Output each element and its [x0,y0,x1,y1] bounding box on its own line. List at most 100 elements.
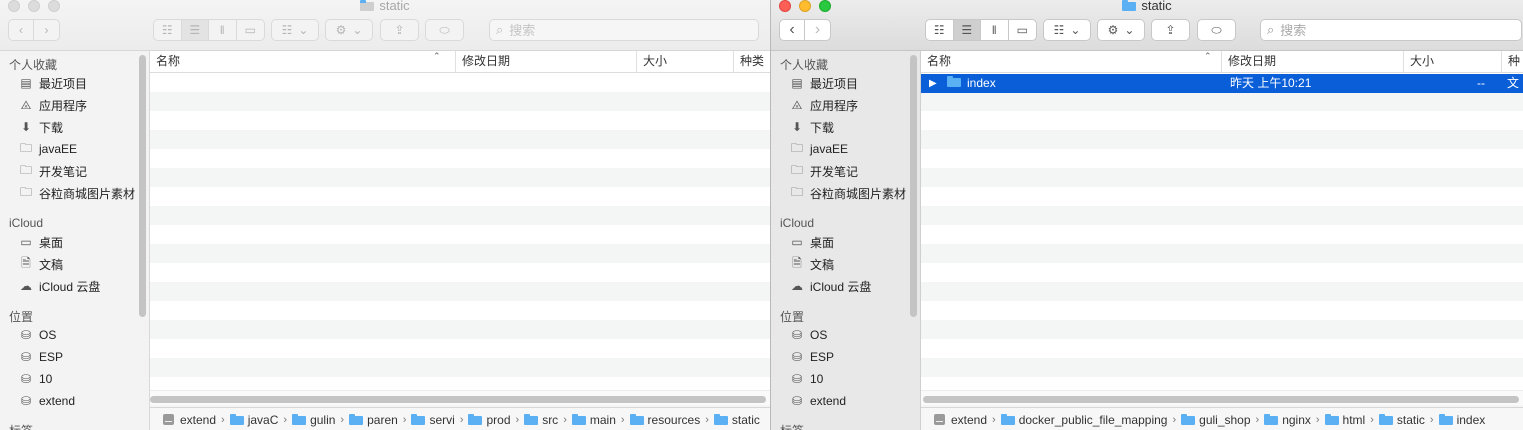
sidebar-item-documents[interactable]: 🗎 文稿 [19,254,63,274]
sidebar-item-downloads[interactable]: ⬇ 下载 [790,117,834,137]
sidebar-item-applications[interactable]: ⨻ 应用程序 [19,95,87,115]
action-button[interactable]: ⚙ ⌄ [1097,19,1145,41]
share-button[interactable]: ⇪ [1151,19,1190,41]
table-row[interactable]: ▶ index 昨天 上午10:21 -- 文 [921,74,1523,93]
sidebar-item-documents[interactable]: 🗎 文稿 [790,254,834,274]
sidebar-scrollbar[interactable] [139,55,146,317]
search-field[interactable]: ⌕ [489,19,759,41]
path-item[interactable]: index [1438,413,1485,427]
action-button[interactable]: ⚙ ⌄ [325,19,373,41]
column-kind[interactable]: 种类 [733,51,770,72]
icloud-header: iCloud [9,216,44,230]
back-button[interactable]: ‹ [9,20,35,40]
sidebar-item-downloads[interactable]: ⬇ 下载 [19,117,63,137]
search-input[interactable] [507,21,734,39]
window-title: static [771,0,1523,13]
list-view-button[interactable]: ☰ [953,20,981,40]
sidebar-item-javaee[interactable]: 🗀 javaEE [790,139,848,159]
path-item[interactable]: docker_public_file_mapping › [1000,413,1181,427]
sidebar-item-dev-notes[interactable]: 🗀 开发笔记 [790,161,858,181]
cloud-icon: ☁ [791,279,803,293]
back-forward-control[interactable]: ‹ › [779,19,831,41]
icon-view-button[interactable]: ☷ [926,20,954,40]
gallery-view-button[interactable]: ▭ [237,20,264,40]
disclosure-triangle-icon[interactable]: ▶ [929,74,937,93]
finder-window-inactive[interactable]: static ‹ › ☷ ☰ ‖ ▭ ☷⌄ ⚙⌄ ⇪ ⬭ ⌕ 个人收藏 [0,0,770,430]
share-button[interactable]: ⇪ [380,19,419,41]
sidebar-item-10[interactable]: ⛁ 10 [19,369,52,389]
forward-button[interactable]: › [805,20,830,40]
group-button[interactable]: ☷ ⌄ [271,19,319,41]
sidebar-item-image-assets[interactable]: 🗀 谷粒商城图片素材 [790,183,906,203]
column-kind[interactable]: 种类 [1501,51,1523,89]
column-size[interactable]: 大小 [636,51,733,72]
gallery-view-button[interactable]: ▭ [1009,20,1036,40]
sidebar-item-image-assets[interactable]: 🗀 谷粒商城图片素材 [19,183,135,203]
path-item[interactable]: html › [1324,413,1379,427]
sidebar-item-javaee[interactable]: 🗀 javaEE [19,139,77,159]
icon-view-button[interactable]: ☷ [154,20,182,40]
path-separator-icon: › [221,413,225,426]
columns-icon: ‖ [991,23,997,37]
sidebar-item-extend[interactable]: ⛁ extend [790,391,846,411]
path-item[interactable]: gulin › [292,413,349,427]
sidebar-item-10[interactable]: ⛁ 10 [790,369,823,389]
disk-icon: ⛁ [20,372,32,386]
sidebar-item-os[interactable]: ⛁ OS [790,325,827,345]
column-name[interactable]: 名称 [921,51,1221,72]
sidebar-item-recents[interactable]: ▤ 最近项目 [19,73,87,93]
column-date-modified[interactable]: 修改日期 [1221,51,1403,72]
chevron-right-icon: › [814,21,821,38]
path-item[interactable]: servi › [411,413,468,427]
tags-header: 标签 [780,422,804,430]
sidebar-item-esp[interactable]: ⛁ ESP [790,347,834,367]
back-forward-control[interactable]: ‹ › [8,19,60,41]
horizontal-scrollbar[interactable] [150,396,766,403]
sidebar-item-recents[interactable]: ▤ 最近项目 [790,73,858,93]
path-item[interactable]: guli_shop › [1181,413,1264,427]
forward-button[interactable]: › [34,20,59,40]
path-item[interactable]: static › [1378,413,1439,427]
tag-button[interactable]: ⬭ [425,19,464,41]
column-date-modified[interactable]: 修改日期 [455,51,636,72]
sidebar-item-desktop[interactable]: ▭ 桌面 [19,232,63,252]
path-item[interactable]: src › [524,413,572,427]
path-item[interactable]: paren › [349,413,411,427]
path-item[interactable]: extend › [933,413,1001,427]
recents-icon: ▤ [791,76,803,90]
view-mode-control[interactable]: ☷ ☰ ‖ ▭ [925,19,1037,41]
finder-window-active[interactable]: static ‹ › ☷ ☰ ‖ ▭ ☷⌄ ⚙⌄ ⇪ ⬭ ⌕ 个人收藏 [771,0,1523,430]
search-field[interactable]: ⌕ [1260,19,1522,41]
sidebar-item-dev-notes[interactable]: 🗀 开发笔记 [19,161,87,181]
folder-icon [292,414,307,425]
recents-icon: ▤ [20,76,32,90]
path-item[interactable]: main › [571,413,630,427]
search-input[interactable] [1278,21,1499,39]
column-name[interactable]: 名称 [150,51,455,72]
sidebar-item-esp[interactable]: ⛁ ESP [19,347,63,367]
column-view-button[interactable]: ‖ [981,20,1009,40]
folder-icon [1181,414,1196,425]
folder-icon: 🗀 [19,184,32,199]
back-button[interactable]: ‹ [780,20,806,40]
path-item[interactable]: extend › [162,413,230,427]
sidebar-item-extend[interactable]: ⛁ extend [19,391,75,411]
horizontal-scrollbar[interactable] [923,396,1519,403]
view-mode-control[interactable]: ☷ ☰ ‖ ▭ [153,19,265,41]
sidebar-item-desktop[interactable]: ▭ 桌面 [790,232,834,252]
path-item[interactable]: nginx › [1264,413,1324,427]
path-item[interactable]: javaC › [229,413,292,427]
sidebar-item-icloud-drive[interactable]: ☁ iCloud 云盘 [19,276,100,296]
path-item[interactable]: resources › [629,413,714,427]
tag-button[interactable]: ⬭ [1197,19,1236,41]
column-size[interactable]: 大小 [1403,51,1501,72]
column-view-button[interactable]: ‖ [209,20,237,40]
sidebar-item-icloud-drive[interactable]: ☁ iCloud 云盘 [790,276,871,296]
sidebar-item-os[interactable]: ⛁ OS [19,325,56,345]
path-item[interactable]: static [713,413,760,427]
sidebar-scrollbar[interactable] [910,55,917,317]
sidebar-item-applications[interactable]: ⨻ 应用程序 [790,95,858,115]
path-item[interactable]: prod › [468,413,524,427]
list-view-button[interactable]: ☰ [181,20,209,40]
group-button[interactable]: ☷ ⌄ [1043,19,1091,41]
